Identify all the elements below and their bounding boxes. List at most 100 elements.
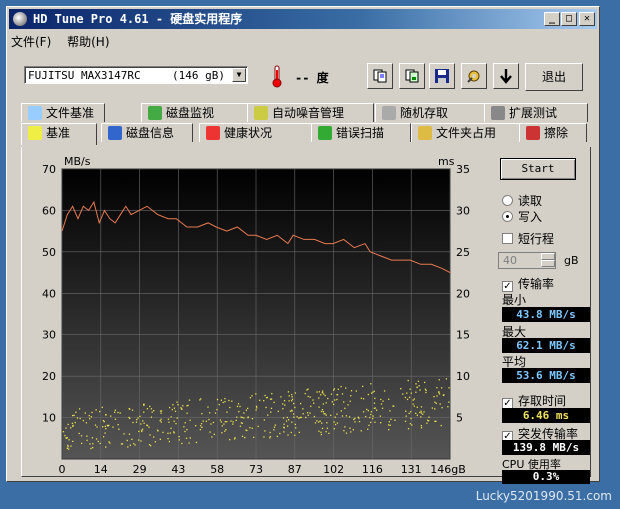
access-time-point: [214, 412, 217, 414]
access-time-point: [415, 383, 417, 385]
short-stroke-unit: gB: [564, 254, 579, 267]
copy-text-button[interactable]: [367, 63, 393, 89]
maximize-button[interactable]: □: [561, 12, 577, 26]
title-bar[interactable]: HD Tune Pro 4.61 - 硬盘实用程序 _ □ ✕: [9, 9, 597, 29]
access-time-point: [128, 433, 131, 435]
access-time-point: [318, 421, 320, 423]
write-radio[interactable]: 写入: [502, 208, 542, 225]
access-time-point: [316, 420, 318, 422]
access-time-point: [331, 401, 333, 403]
access-time-point: [162, 431, 164, 434]
access-time-point: [225, 428, 227, 431]
copy-screenshot-button[interactable]: [399, 63, 425, 89]
menu-file[interactable]: 文件(F): [11, 33, 51, 50]
access-time-point: [120, 443, 123, 445]
access-time-point: [354, 421, 356, 423]
access-time-point: [282, 407, 284, 410]
short-stroke-checkbox[interactable]: 短行程: [502, 230, 554, 247]
start-button[interactable]: Start: [500, 158, 576, 180]
download-button[interactable]: [493, 63, 519, 89]
access-time-point: [313, 415, 316, 418]
access-time-point: [264, 430, 266, 432]
access-time-point: [114, 409, 117, 411]
access-time-point: [321, 391, 324, 394]
chevron-down-icon[interactable]: ▼: [232, 68, 246, 82]
access-time-point: [208, 412, 211, 414]
options-button[interactable]: [461, 63, 487, 89]
access-time-point: [255, 405, 258, 408]
short-stroke-label: 短行程: [518, 232, 555, 246]
access-time-point: [127, 446, 129, 448]
access-time-point: [387, 424, 390, 426]
save-button[interactable]: [429, 63, 455, 89]
tab-top-2[interactable]: 磁盘监视: [141, 103, 259, 122]
access-time-point: [374, 397, 376, 400]
access-time-point: [349, 400, 351, 402]
tab-bottom-3[interactable]: 健康状况: [199, 123, 315, 142]
tab-top-3[interactable]: 自动噪音管理: [247, 103, 374, 122]
tab-bottom-1[interactable]: 基准: [21, 123, 97, 145]
access-time-point: [134, 444, 136, 446]
spinner-down-button[interactable]: [541, 260, 555, 267]
access-time-point: [389, 424, 391, 426]
access-time-point: [295, 427, 297, 429]
tab-bottom-4[interactable]: 错误扫描: [311, 123, 411, 142]
access-time-point: [205, 420, 208, 422]
access-time-point: [277, 410, 279, 413]
access-time-point: [119, 412, 121, 414]
access-time-point: [103, 420, 105, 423]
menu-help[interactable]: 帮助(H): [67, 33, 109, 50]
access-time-point: [213, 433, 215, 435]
exit-button[interactable]: 退出: [525, 63, 583, 91]
drive-select[interactable]: FUJITSU MAX3147RC (146 gB) ▼: [24, 66, 248, 84]
access-time-point: [72, 440, 74, 443]
burst-rate-label: 突发传输率: [518, 427, 579, 441]
access-time-point: [126, 439, 128, 442]
access-time-point: [373, 402, 376, 404]
access-time-point: [418, 385, 420, 387]
access-time-point: [316, 391, 318, 393]
short-stroke-check[interactable]: [502, 233, 513, 244]
access-time-point: [243, 417, 245, 419]
access-time-point: [304, 392, 306, 395]
tab-icon: [254, 106, 268, 120]
access-time-point: [167, 418, 170, 420]
access-time-point: [416, 386, 418, 388]
access-time-point: [425, 389, 427, 392]
access-time-point: [366, 408, 368, 411]
access-time-point: [298, 417, 300, 419]
short-stroke-spinner[interactable]: 40: [498, 252, 556, 269]
access-time-point: [98, 410, 101, 413]
access-time-point: [235, 419, 237, 422]
tab-bottom-2[interactable]: 磁盘信息: [101, 123, 193, 142]
access-time-point: [448, 387, 450, 389]
transfer-rate-checkbox[interactable]: ✓ 传输率: [502, 275, 554, 292]
access-time-point: [131, 409, 134, 411]
access-time-point: [263, 400, 265, 402]
access-time-point: [249, 427, 251, 429]
access-time-point: [92, 443, 94, 445]
tab-bottom-6[interactable]: 擦除: [519, 123, 587, 142]
access-time-point: [70, 427, 72, 429]
access-time-point: [68, 448, 70, 450]
access-time-point: [371, 417, 374, 420]
read-radio[interactable]: 读取: [502, 192, 542, 209]
access-time-point: [180, 408, 183, 410]
tab-label: 文件基准: [46, 106, 95, 120]
access-time-point: [409, 388, 411, 390]
read-radio-circle[interactable]: [502, 195, 513, 206]
x-tick: 73: [249, 463, 263, 475]
tab-bottom-5[interactable]: 文件夹占用: [411, 123, 523, 142]
access-time-point: [328, 432, 330, 435]
access-time-point: [97, 440, 99, 443]
access-time-point: [337, 388, 339, 390]
spinner-up-button[interactable]: [541, 253, 555, 260]
tab-top-1[interactable]: 文件基准: [21, 103, 105, 122]
access-time-point: [440, 424, 442, 427]
tab-top-5[interactable]: 扩展测试: [484, 103, 588, 122]
minimize-button[interactable]: _: [544, 12, 560, 26]
write-radio-circle[interactable]: [502, 211, 513, 222]
access-time-checkbox[interactable]: ✓ 存取时间: [502, 392, 566, 409]
tab-top-4[interactable]: 随机存取: [375, 103, 486, 122]
close-button[interactable]: ✕: [579, 12, 595, 26]
